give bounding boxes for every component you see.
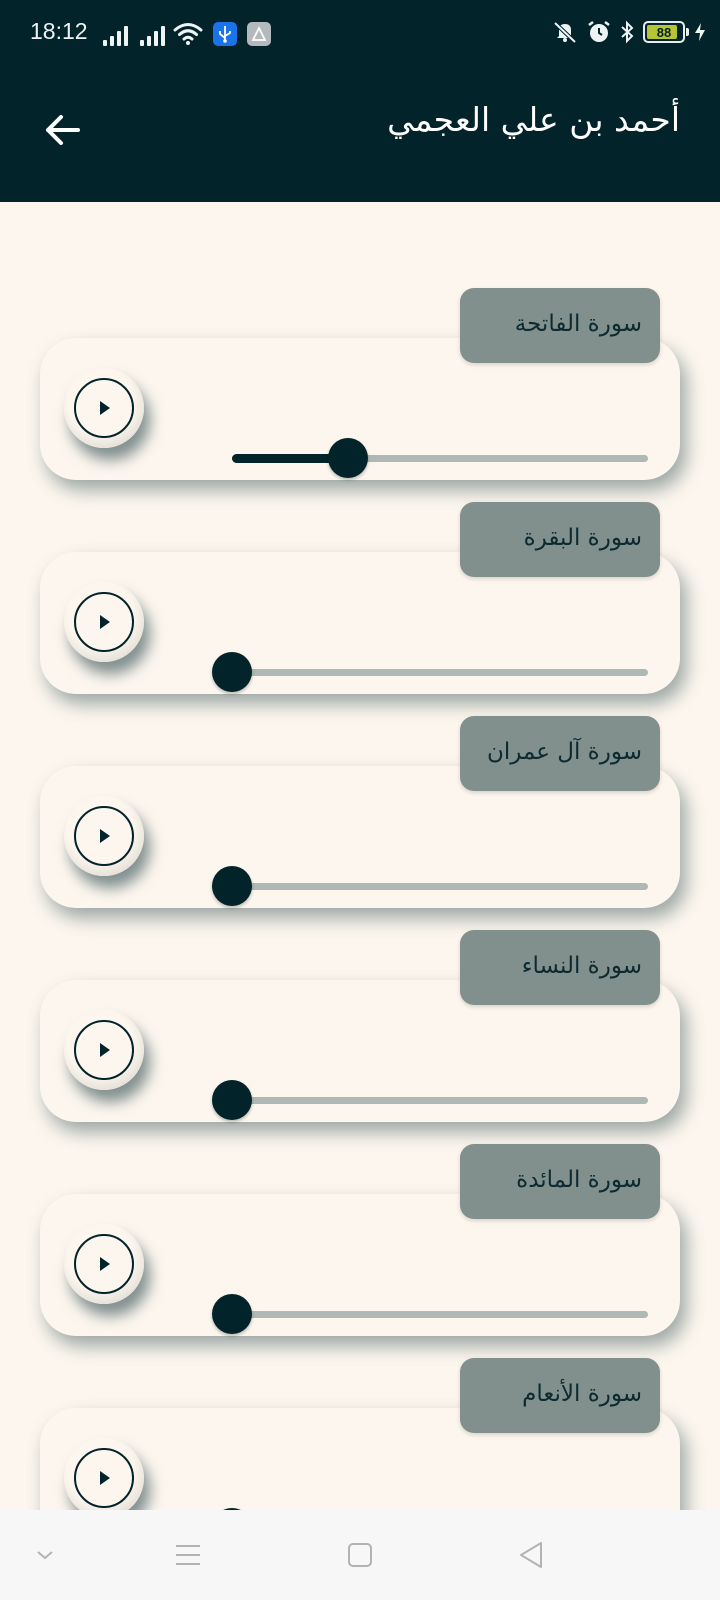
play-button-ring — [74, 806, 134, 866]
system-nav-bar — [0, 1510, 720, 1600]
nav-collapse-button[interactable] — [22, 1532, 68, 1578]
progress-slider[interactable] — [212, 1294, 648, 1334]
page-title: أحمد بن علي العجمي — [387, 100, 680, 139]
slider-thumb[interactable] — [328, 438, 368, 478]
nav-home-button[interactable] — [337, 1532, 383, 1578]
app-notification-icon — [247, 22, 271, 46]
progress-slider[interactable] — [232, 438, 648, 478]
mute-icon — [553, 21, 577, 44]
surah-name-tag: سورة آل عمران — [460, 716, 660, 791]
signal-icon — [103, 26, 128, 46]
play-button[interactable] — [64, 1438, 144, 1510]
play-icon — [100, 829, 110, 843]
play-button[interactable] — [64, 582, 144, 662]
back-button[interactable] — [40, 108, 84, 152]
surah-name-tag: سورة الأنعام — [460, 1358, 660, 1433]
slider-thumb[interactable] — [212, 652, 252, 692]
surah-name: سورة الأنعام — [522, 1381, 642, 1407]
play-button[interactable] — [64, 796, 144, 876]
surah-item: سورة النساء — [0, 930, 720, 1130]
charging-icon — [695, 23, 705, 41]
signal-icon — [140, 26, 165, 46]
menu-icon — [176, 1545, 200, 1565]
play-button-ring — [74, 378, 134, 438]
slider-thumb[interactable] — [212, 866, 252, 906]
arrow-left-icon — [46, 115, 80, 145]
status-right-icons: 88 — [552, 20, 706, 44]
play-button-ring — [74, 1234, 134, 1294]
play-button[interactable] — [64, 1010, 144, 1090]
wifi-icon — [173, 23, 203, 45]
surah-item: سورة الفاتحة — [0, 288, 720, 488]
bluetooth-icon — [621, 20, 634, 44]
play-button-ring — [74, 592, 134, 652]
slider-thumb[interactable] — [212, 1294, 252, 1334]
alarm-icon — [588, 21, 610, 42]
surah-item: سورة البقرة — [0, 502, 720, 702]
surah-list[interactable]: سورة الفاتحة سورة البقرة سورة آل عمران س… — [0, 202, 720, 1510]
play-icon — [100, 401, 110, 415]
play-button[interactable] — [64, 1224, 144, 1304]
progress-slider[interactable] — [212, 652, 648, 692]
surah-name: سورة آل عمران — [486, 739, 642, 765]
surah-name: سورة النساء — [521, 953, 642, 979]
play-icon — [100, 1257, 110, 1271]
status-time: 18:12 — [30, 18, 88, 44]
surah-item: سورة آل عمران — [0, 716, 720, 916]
surah-name-tag: سورة المائدة — [460, 1144, 660, 1219]
usb-icon — [213, 22, 237, 46]
play-button[interactable] — [64, 368, 144, 448]
status-bar: 18:12 88 — [0, 0, 720, 56]
surah-item: سورة المائدة — [0, 1144, 720, 1344]
surah-name-tag: سورة النساء — [460, 930, 660, 1005]
chevron-down-icon — [37, 1551, 53, 1560]
battery-icon: 88 — [643, 21, 689, 43]
play-icon — [100, 1471, 110, 1485]
progress-slider[interactable] — [212, 1080, 648, 1120]
play-button-ring — [74, 1020, 134, 1080]
surah-name: سورة الفاتحة — [514, 311, 642, 337]
back-triangle-icon — [520, 1542, 542, 1568]
surah-item: سورة الأنعام — [0, 1358, 720, 1510]
nav-back-button[interactable] — [508, 1532, 554, 1578]
play-icon — [100, 615, 110, 629]
home-square-icon — [348, 1543, 372, 1567]
battery-level: 88 — [656, 24, 672, 40]
play-button-ring — [74, 1448, 134, 1508]
status-left-icons — [103, 22, 271, 46]
surah-name-tag: سورة البقرة — [460, 502, 660, 577]
play-icon — [100, 1043, 110, 1057]
nav-menu-button[interactable] — [165, 1532, 211, 1578]
surah-name: سورة البقرة — [523, 525, 642, 551]
slider-thumb[interactable] — [212, 1080, 252, 1120]
progress-slider[interactable] — [212, 866, 648, 906]
surah-name: سورة المائدة — [516, 1167, 642, 1193]
surah-name-tag: سورة الفاتحة — [460, 288, 660, 363]
app-bar: أحمد بن علي العجمي — [0, 56, 720, 202]
